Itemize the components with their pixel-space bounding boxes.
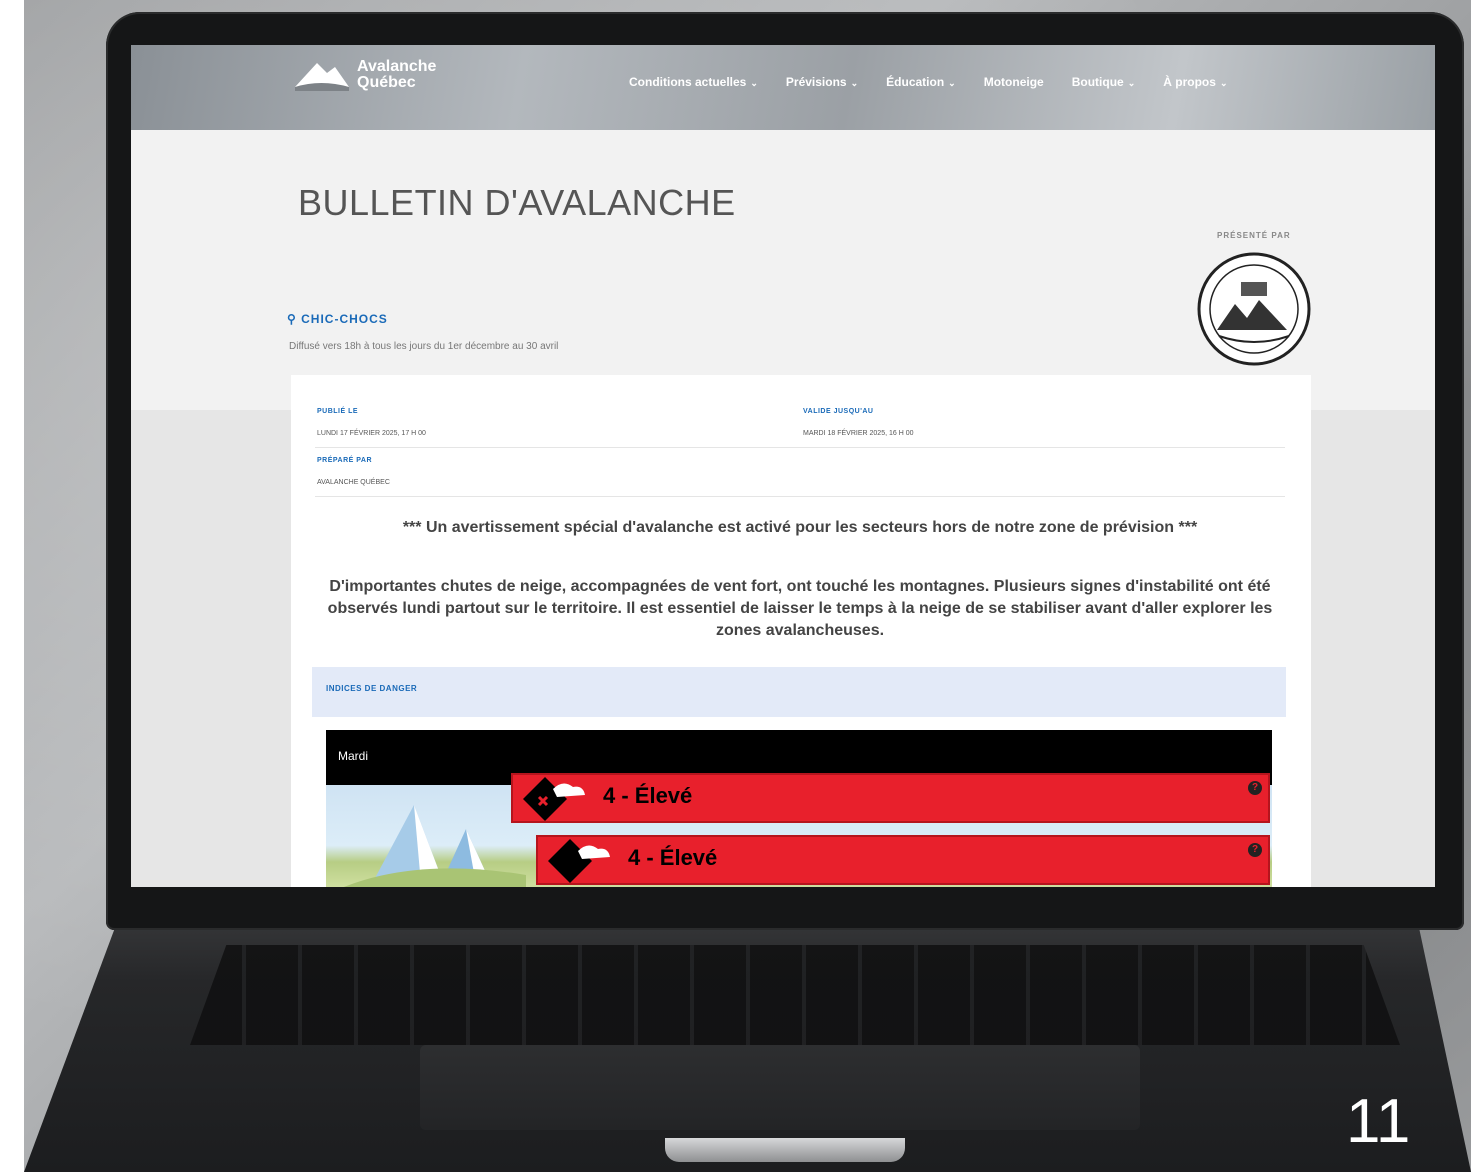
menu-label: Conditions actuelles <box>629 75 747 89</box>
site-logo[interactable]: Avalanche Québec <box>357 59 436 91</box>
chevron-down-icon: ⌄ <box>948 78 956 88</box>
laptop-screen: Avalanche Québec Conditions actuelles ⌄ P… <box>131 45 1435 887</box>
prepared-by-value: AVALANCHE QUÉBEC <box>317 479 390 486</box>
danger-level-icon <box>523 777 585 821</box>
danger-rating-graphic: 4 - Élevé ? 4 - Élevé ? <box>326 773 1272 887</box>
rating-treeline[interactable]: 4 - Élevé ? <box>536 835 1270 885</box>
trackpad <box>420 1045 1140 1130</box>
chevron-down-icon: ⌄ <box>1127 78 1136 88</box>
published-label: PUBLIÉ LE <box>317 408 359 415</box>
info-icon[interactable]: ? <box>1248 781 1262 795</box>
danger-level-icon <box>548 839 610 883</box>
danger-ratings-label: INDICES DE DANGER <box>326 684 418 693</box>
main-menu: Conditions actuelles ⌄ Prévisions ⌄ Éducat… <box>629 75 1255 89</box>
keyboard <box>190 945 1400 1045</box>
logo-line-1: Avalanche <box>357 58 437 75</box>
menu-a-propos[interactable]: À propos ⌄ <box>1163 75 1227 89</box>
region-name: CHIC-CHOCS <box>301 312 388 326</box>
valid-until-label: VALIDE JUSQU'AU <box>803 408 874 415</box>
logo-line-2: Québec <box>357 74 416 91</box>
rating-text: 4 - Élevé <box>603 783 693 808</box>
divider <box>315 496 1285 497</box>
menu-previsions[interactable]: Prévisions ⌄ <box>786 75 858 89</box>
avalanche-logo-icon[interactable] <box>291 57 351 93</box>
region-description: Diffusé vers 18h à tous les jours du 1er… <box>289 341 559 352</box>
mountains-icon <box>344 805 526 887</box>
menu-boutique[interactable]: Boutique ⌄ <box>1072 75 1136 89</box>
rating-text: 4 - Élevé <box>628 845 718 870</box>
menu-label: Motoneige <box>983 75 1044 89</box>
bulletin-card: PUBLIÉ LE LUNDI 17 FÉVRIER 2025, 17 H 00… <box>291 375 1311 887</box>
menu-label: À propos <box>1163 75 1216 89</box>
menu-education[interactable]: Éducation ⌄ <box>886 75 956 89</box>
divider <box>315 447 1285 448</box>
laptop-notch <box>665 1138 905 1162</box>
sponsor-label: PRÉSENTÉ PAR <box>1217 231 1291 240</box>
info-icon[interactable]: ? <box>1248 843 1262 857</box>
page-number: 11 <box>1346 1087 1411 1156</box>
location-pin-icon: ⚲ <box>287 312 297 326</box>
bulletin-summary: D'importantes chutes de neige, accompagn… <box>327 578 1273 639</box>
chevron-down-icon: ⌄ <box>750 78 758 88</box>
chevron-down-icon: ⌄ <box>1219 78 1228 88</box>
published-value: LUNDI 17 FÉVRIER 2025, 17 H 00 <box>317 430 426 437</box>
rating-alpine[interactable]: 4 - Élevé ? <box>511 773 1270 823</box>
special-warning: *** Un avertissement spécial d'avalanche… <box>402 519 1198 536</box>
valid-until-value: MARDI 18 FÉVRIER 2025, 16 H 00 <box>803 430 914 437</box>
menu-motoneige[interactable]: Motoneige <box>984 75 1044 89</box>
day-label: Mardi <box>338 749 369 763</box>
sponsor-seal-logo[interactable] <box>1197 252 1311 366</box>
chevron-down-icon: ⌄ <box>850 78 859 88</box>
site-header: Avalanche Québec Conditions actuelles ⌄ P… <box>131 45 1435 130</box>
menu-label: Prévisions <box>785 75 847 89</box>
page-title: BULLETIN D'AVALANCHE <box>298 182 736 223</box>
prepared-by-label: PRÉPARÉ PAR <box>317 457 373 464</box>
danger-ratings-header: INDICES DE DANGER <box>312 667 1286 717</box>
region-link[interactable]: ⚲ CHIC-CHOCS <box>287 312 388 326</box>
menu-label: Éducation <box>886 75 945 89</box>
menu-conditions[interactable]: Conditions actuelles ⌄ <box>629 75 758 89</box>
menu-label: Boutique <box>1071 75 1124 89</box>
